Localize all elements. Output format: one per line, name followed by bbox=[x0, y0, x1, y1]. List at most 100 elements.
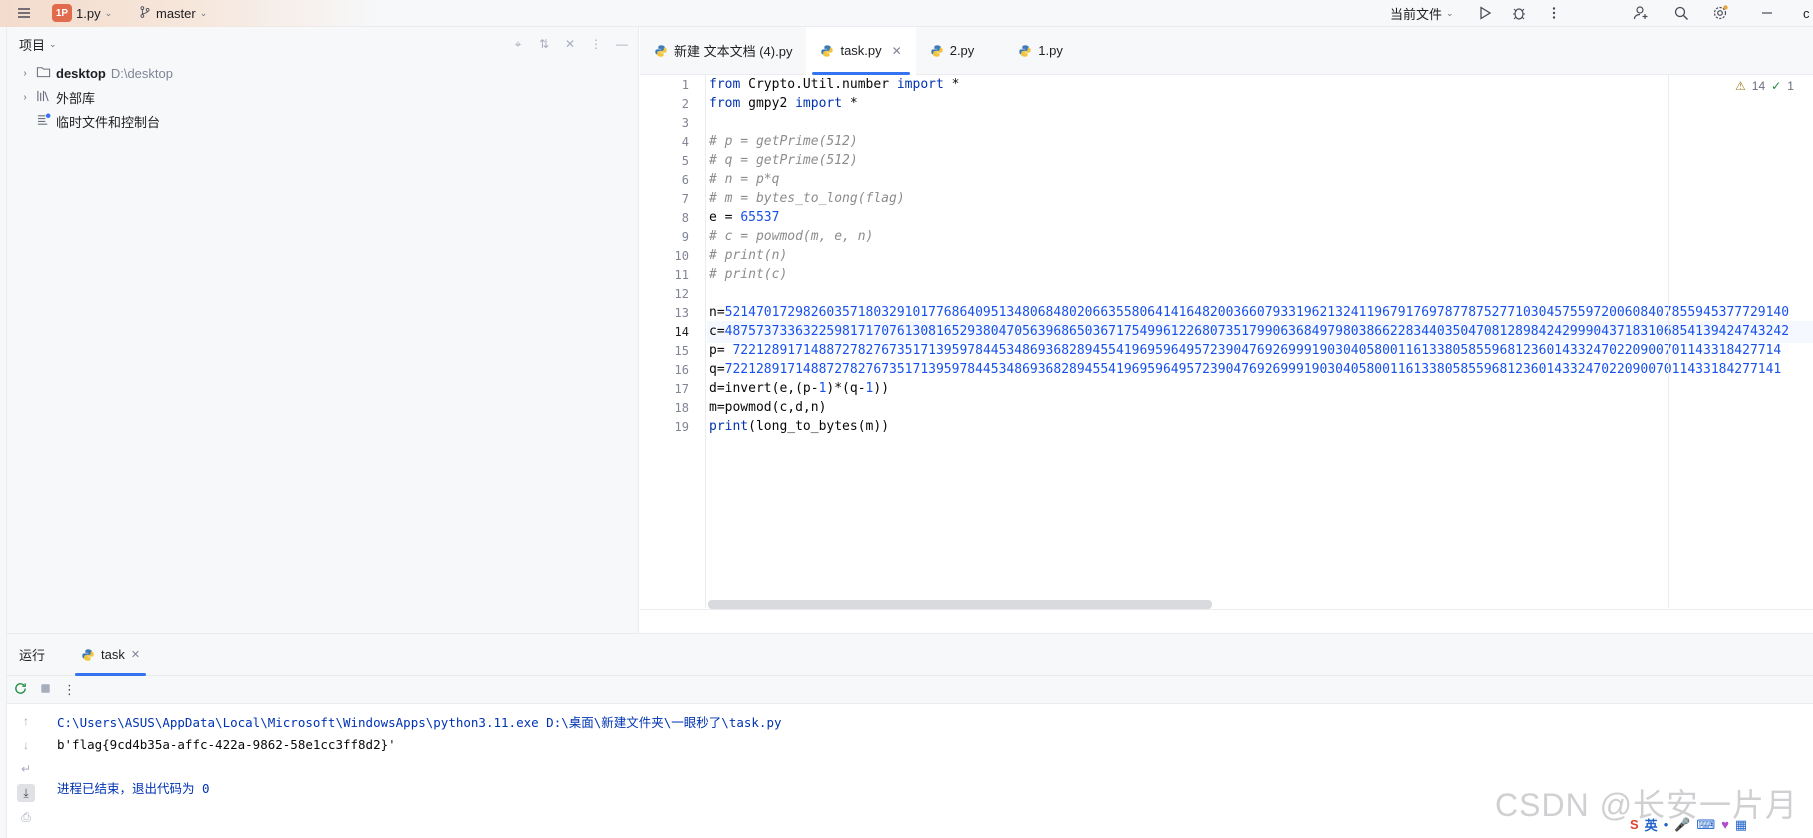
code-text: * bbox=[842, 96, 858, 111]
project-panel-tools: ⌖ ⇅ ✕ ⋮ — bbox=[510, 27, 630, 61]
chevron-right-icon[interactable]: › bbox=[19, 68, 31, 79]
toolbox-icon[interactable]: ▦ bbox=[1735, 817, 1747, 833]
scratches-console-icon bbox=[36, 112, 51, 130]
right-margin-guide bbox=[1668, 75, 1669, 608]
debug-icon[interactable] bbox=[1508, 2, 1530, 24]
tree-item-label: 外部库 bbox=[56, 90, 96, 106]
run-side-toolbar: ↑ ↓ ↵ ⤓ ⎙ bbox=[7, 704, 47, 838]
search-icon[interactable] bbox=[1670, 2, 1692, 24]
run-config-selector[interactable]: 当前文件 ⌄ bbox=[1390, 0, 1454, 27]
code-line[interactable]: # print(c) bbox=[709, 264, 787, 286]
warning-icon: ⚠ bbox=[1735, 79, 1746, 93]
close-icon[interactable]: ✕ bbox=[892, 44, 902, 58]
code-number: 7221289171488727827673517139597844534869… bbox=[724, 362, 1782, 377]
options-icon[interactable]: ⋮ bbox=[588, 36, 604, 52]
main-menu-icon[interactable] bbox=[13, 2, 35, 24]
editor-tab[interactable]: 新建 文本文档 (4).py bbox=[640, 27, 806, 75]
line-number-gutter[interactable]: 1 2 3 4 5 6 7 8 9 10 11 12 13 14 15 16 17 18 19 bbox=[640, 75, 706, 608]
code-comment: # p = getPrime(512) bbox=[709, 134, 858, 149]
code-line[interactable]: from gmpy2 import * bbox=[709, 93, 858, 115]
ime-tray: S 英 • 🎤 ⌨ ♥ ▦ bbox=[1630, 815, 1747, 834]
add-user-icon[interactable] bbox=[1630, 2, 1652, 24]
run-tab[interactable]: task ✕ bbox=[73, 634, 148, 676]
line-number: 19 bbox=[674, 420, 689, 434]
code-number: 7221289171488727827673517139597844534869… bbox=[732, 343, 1782, 358]
inspection-widget[interactable]: ⚠ 14 ✓ 1 bbox=[1735, 79, 1794, 93]
code-text: )*(q- bbox=[826, 381, 866, 396]
code-keyword: from bbox=[709, 77, 741, 92]
soft-wrap-icon[interactable]: ↵ bbox=[17, 760, 35, 778]
hide-panel-icon[interactable]: — bbox=[614, 36, 630, 52]
code-number: 4875737336322598171707613081652938047056… bbox=[724, 324, 1790, 339]
tree-item-desktop[interactable]: › desktop D:\desktop bbox=[7, 61, 638, 85]
editor-tab[interactable]: 1.py bbox=[988, 27, 1077, 75]
stop-icon[interactable] bbox=[38, 681, 53, 699]
rerun-icon[interactable] bbox=[13, 681, 28, 699]
code-comment: # q = getPrime(512) bbox=[709, 153, 858, 168]
python-file-icon bbox=[931, 44, 943, 57]
project-panel-title[interactable]: 项目 bbox=[19, 35, 45, 54]
locate-icon[interactable]: ⌖ bbox=[510, 36, 526, 52]
sogou-ime-icon[interactable]: S bbox=[1630, 817, 1639, 832]
tree-item-label: 临时文件和控制台 bbox=[56, 114, 161, 130]
title-bar: 1P 1.py ⌄ master ⌄ 当前文件 ⌄ c bbox=[0, 0, 1813, 27]
project-switcher[interactable]: 1P 1.py ⌄ bbox=[52, 0, 112, 27]
keyboard-icon[interactable]: ⌨ bbox=[1696, 817, 1715, 833]
code-text: p= bbox=[709, 343, 733, 358]
chevron-right-icon[interactable]: › bbox=[19, 92, 31, 103]
python-file-icon bbox=[655, 44, 667, 57]
chevron-down-icon: ⌄ bbox=[1446, 7, 1454, 18]
run-icon[interactable] bbox=[1474, 2, 1496, 24]
chevron-down-icon[interactable]: ⌄ bbox=[49, 39, 57, 50]
code-text: n= bbox=[709, 305, 725, 320]
skin-icon[interactable]: ♥ bbox=[1721, 817, 1729, 832]
code-keyword: print bbox=[709, 419, 749, 434]
settings-gear-icon[interactable] bbox=[1709, 2, 1731, 24]
microphone-icon[interactable]: 🎤 bbox=[1674, 817, 1690, 833]
branch-icon bbox=[138, 5, 152, 22]
run-tab-label: task bbox=[101, 647, 125, 662]
project-panel: 项目 ⌄ ⌖ ⇅ ✕ ⋮ — › desktop D:\desktop › 外部… bbox=[7, 27, 639, 633]
folder-icon bbox=[36, 64, 51, 82]
code-comment: # print(n) bbox=[709, 248, 788, 263]
more-vertical-icon[interactable]: ⋮ bbox=[63, 682, 76, 698]
code-text: m=powmod(c,d,n) bbox=[709, 400, 827, 415]
code-text: c= bbox=[709, 324, 725, 339]
editor-bottom-divider bbox=[640, 609, 1813, 610]
left-tool-strip bbox=[0, 27, 7, 838]
editor-tab-bar: 新建 文本文档 (4).py task.py ✕ 2.py 1.py bbox=[640, 26, 1813, 75]
more-vertical-icon[interactable] bbox=[1543, 2, 1565, 24]
check-count: 1 bbox=[1787, 79, 1794, 93]
expand-all-icon[interactable]: ⇅ bbox=[536, 36, 552, 52]
warning-count: 14 bbox=[1751, 79, 1766, 93]
code-text: )) bbox=[873, 381, 890, 396]
code-line[interactable]: print(long_to_bytes(m)) bbox=[709, 416, 889, 438]
chevron-down-icon: ⌄ bbox=[104, 7, 113, 18]
scroll-to-end-icon[interactable]: ⤓ bbox=[17, 784, 35, 802]
console-line: b'flag{9cd4b35a-affc-422a-9862-58e1cc3ff… bbox=[57, 737, 396, 752]
minimize-icon[interactable] bbox=[1756, 2, 1778, 24]
editor-tab-active[interactable]: task.py ✕ bbox=[806, 26, 916, 75]
horizontal-scrollbar[interactable] bbox=[708, 600, 1212, 609]
arrow-down-icon[interactable]: ↓ bbox=[17, 736, 35, 754]
console-line: 进程已结束，退出代码为 0 bbox=[57, 781, 210, 796]
collapse-all-icon[interactable]: ✕ bbox=[562, 36, 578, 52]
editor-tab-label: 1.py bbox=[1038, 43, 1063, 58]
python-file-icon bbox=[1019, 44, 1031, 57]
console-output[interactable]: C:\Users\ASUS\AppData\Local\Microsoft\Wi… bbox=[57, 712, 782, 800]
editor-tab[interactable]: 2.py bbox=[916, 27, 989, 75]
tree-item-scratches[interactable]: 临时文件和控制台 bbox=[7, 109, 638, 133]
run-toolbar: ⋮ bbox=[7, 676, 1813, 704]
print-icon[interactable]: ⎙ bbox=[17, 808, 35, 826]
tree-item-path: D:\desktop bbox=[110, 65, 173, 81]
code-editor[interactable]: from Crypto.Util.number import * from gmp… bbox=[707, 75, 1813, 608]
ime-language-label[interactable]: 英 bbox=[1645, 815, 1658, 834]
vcs-branch-switcher[interactable]: master ⌄ bbox=[138, 0, 207, 27]
tree-item-external-libraries[interactable]: › 外部库 bbox=[7, 85, 638, 109]
punctuation-icon[interactable]: • bbox=[1664, 817, 1669, 832]
arrow-up-icon[interactable]: ↑ bbox=[17, 712, 35, 730]
close-icon[interactable]: ✕ bbox=[131, 648, 140, 661]
project-name: 1.py bbox=[76, 5, 101, 21]
chevron-down-icon: ⌄ bbox=[199, 7, 208, 18]
